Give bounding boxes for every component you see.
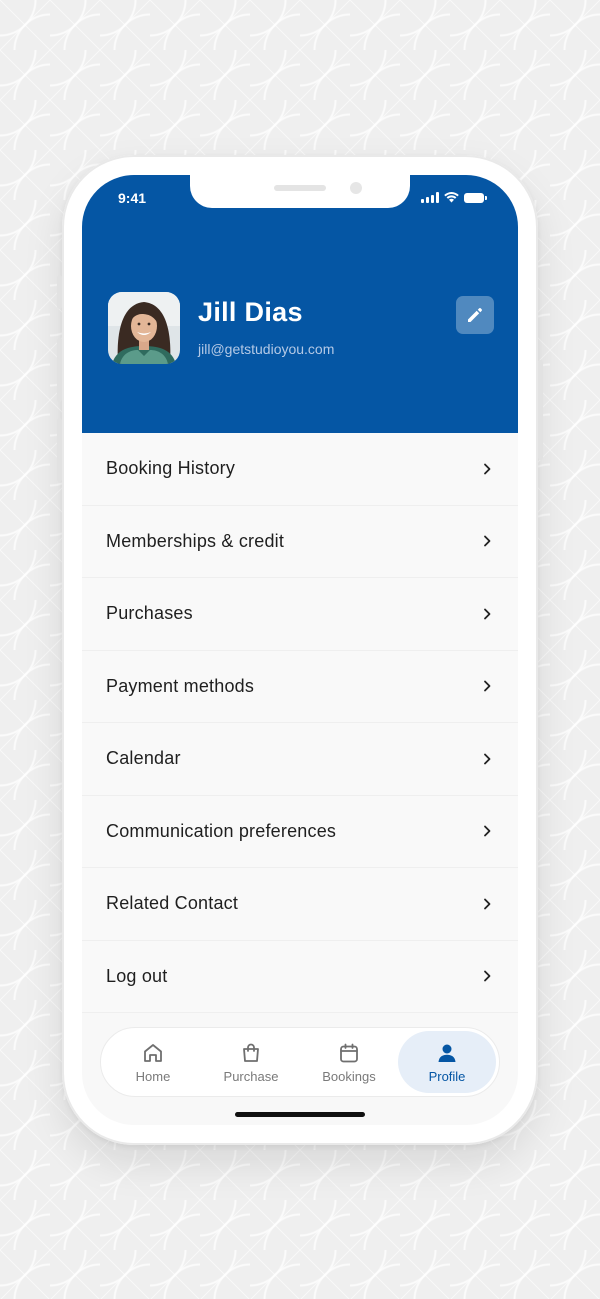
calendar-icon	[340, 1043, 358, 1062]
wifi-icon	[444, 192, 459, 203]
battery-icon	[464, 192, 487, 203]
profile-menu: Booking History Memberships & credit Pur…	[82, 433, 518, 1013]
profile-header: 9:41 Jill Dias jill@getstudioyou.com	[82, 175, 518, 433]
chevron-right-icon	[484, 608, 491, 620]
menu-item-label: Log out	[106, 965, 168, 986]
menu-item-label: Purchases	[106, 603, 193, 624]
shopping-bag-icon	[243, 1043, 259, 1062]
menu-item-label: Communication preferences	[106, 820, 337, 841]
chevron-right-icon	[484, 535, 491, 547]
bottom-tab-bar: Home Purchase Bookings Profile	[100, 1027, 500, 1097]
menu-item-payment-methods[interactable]: Payment methods	[82, 650, 518, 723]
tab-label: Home	[135, 1068, 171, 1084]
home-icon	[144, 1043, 162, 1062]
chevron-right-icon	[484, 753, 491, 765]
chevron-right-icon	[484, 680, 491, 692]
menu-item-memberships-credit[interactable]: Memberships & credit	[82, 505, 518, 578]
tab-home[interactable]: Home	[104, 1031, 202, 1093]
tab-profile[interactable]: Profile	[398, 1031, 496, 1093]
menu-item-communication-preferences[interactable]: Communication preferences	[82, 795, 518, 868]
chevron-right-icon	[484, 825, 491, 837]
user-icon	[438, 1044, 456, 1062]
menu-item-label: Related Contact	[106, 893, 239, 914]
profile-name: Jill Dias	[198, 297, 303, 327]
volume-down-button	[57, 418, 62, 482]
chevron-right-icon	[484, 898, 491, 910]
front-camera	[350, 182, 362, 194]
menu-item-purchases[interactable]: Purchases	[82, 578, 518, 651]
tab-label: Purchase	[223, 1068, 279, 1084]
cellular-signal-icon	[421, 192, 439, 203]
avatar[interactable]	[108, 292, 180, 364]
status-time: 9:41	[118, 190, 147, 206]
edit-profile-button[interactable]	[456, 296, 494, 334]
menu-item-booking-history[interactable]: Booking History	[82, 433, 518, 506]
volume-up-button	[57, 338, 62, 402]
menu-item-label: Calendar	[106, 748, 181, 769]
mute-switch	[57, 275, 62, 309]
power-button	[538, 360, 543, 460]
menu-item-label: Booking History	[106, 458, 236, 479]
tab-purchase[interactable]: Purchase	[202, 1031, 300, 1093]
menu-item-log-out[interactable]: Log out	[82, 940, 518, 1013]
device-notch	[190, 175, 410, 208]
tab-bookings[interactable]: Bookings	[300, 1031, 398, 1093]
tab-label: Profile	[428, 1068, 466, 1084]
profile-email: jill@getstudioyou.com	[198, 341, 335, 357]
menu-item-label: Memberships & credit	[106, 530, 285, 551]
menu-item-related-contact[interactable]: Related Contact	[82, 868, 518, 941]
status-icons	[421, 192, 487, 203]
menu-item-label: Payment methods	[106, 675, 255, 696]
chevron-right-icon	[484, 463, 491, 475]
pencil-icon	[468, 308, 482, 322]
tab-label: Bookings	[322, 1068, 376, 1084]
chevron-right-icon	[484, 970, 491, 982]
app-screen: 9:41 Jill Dias jill@getstudioyou.com Boo…	[82, 175, 518, 1125]
home-indicator	[235, 1112, 365, 1117]
speaker-grille	[274, 185, 326, 191]
menu-item-calendar[interactable]: Calendar	[82, 723, 518, 796]
